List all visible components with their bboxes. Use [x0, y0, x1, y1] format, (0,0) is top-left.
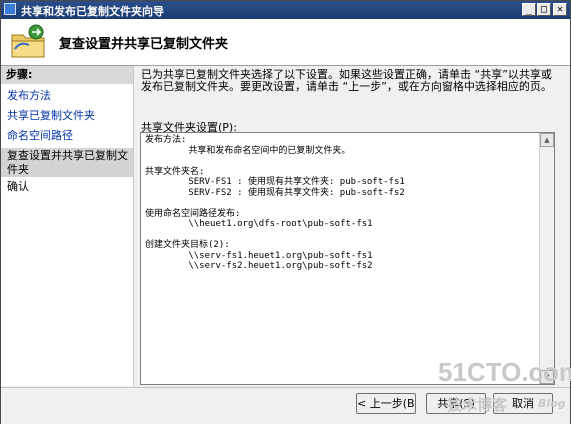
- wizard-header: 复查设置并共享已复制文件夹: [1, 19, 570, 66]
- watermark-site: 51CTO.com: [438, 357, 571, 387]
- title-bar[interactable]: 共享和发布已复制文件夹向导 _ □ ✕: [1, 1, 570, 19]
- close-button[interactable]: ✕: [553, 3, 567, 16]
- step-confirmation: 确认: [7, 180, 29, 193]
- description-text: 已为共享已复制文件夹选择了以下设置。如果这些设置正确，请单击 “共享”以共享或发…: [141, 68, 552, 93]
- window-title: 共享和发布已复制文件夹向导: [21, 5, 164, 18]
- step-share-replicated-folder[interactable]: 共享已复制文件夹: [7, 109, 131, 123]
- wizard-window: 共享和发布已复制文件夹向导 _ □ ✕ 复查设置并共享已复制文件夹 步骤: 发布…: [0, 0, 571, 424]
- app-icon: [4, 3, 16, 15]
- step-publish-method[interactable]: 发布方法: [7, 89, 131, 103]
- watermark-tagline: 技术博客: [447, 396, 508, 414]
- settings-text: 发布方法: 共享和发布命名空间中的已复制文件夹。 共享文件夹名: SERV-FS…: [145, 135, 405, 271]
- steps-pane: 步骤: 发布方法 共享已复制文件夹 命名空间路径 复查设置并共享已复制文件夹 确…: [1, 66, 134, 386]
- settings-textbox[interactable]: 发布方法: 共享和发布命名空间中的已复制文件夹。 共享文件夹名: SERV-FS…: [140, 132, 555, 385]
- vertical-scrollbar[interactable]: ▲ ▼: [539, 133, 554, 384]
- steps-heading: 步骤:: [1, 66, 133, 84]
- page-title: 复查设置并共享已复制文件夹: [59, 37, 229, 52]
- watermark-blog: Blog: [538, 397, 566, 410]
- minimize-button[interactable]: _: [522, 3, 536, 16]
- main-panel: 已为共享已复制文件夹选择了以下设置。如果这些设置正确，请单击 “共享”以共享或发…: [134, 66, 570, 386]
- step-review-settings: 复查设置并共享已复制文件夹: [1, 148, 133, 177]
- step-namespace-path[interactable]: 命名空间路径: [7, 129, 131, 143]
- maximize-button[interactable]: □: [537, 3, 551, 16]
- back-button[interactable]: < 上一步(B): [356, 393, 416, 414]
- scroll-up-icon[interactable]: ▲: [540, 133, 554, 147]
- shared-folder-wizard-icon: [11, 24, 45, 58]
